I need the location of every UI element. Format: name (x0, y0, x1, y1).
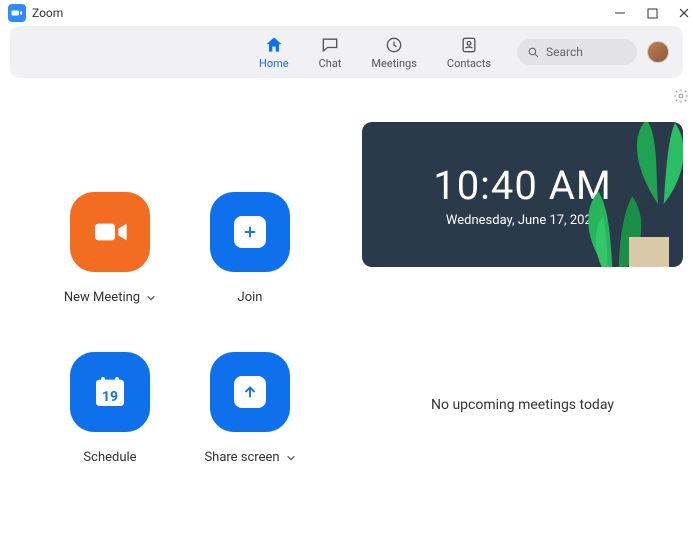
zoom-logo-icon (8, 4, 26, 22)
action-schedule: 19 Schedule (40, 352, 180, 512)
plant-pot-icon (629, 237, 669, 267)
plus-icon (234, 216, 266, 248)
search-icon (527, 46, 540, 59)
upcoming-empty: No upcoming meetings today (362, 267, 683, 542)
app-title: Zoom (32, 6, 63, 20)
avatar[interactable] (647, 41, 669, 63)
tab-meetings-label: Meetings (371, 57, 416, 70)
action-join: Join (180, 192, 320, 352)
contacts-icon (459, 35, 479, 55)
maximize-button[interactable] (645, 6, 659, 20)
chevron-down-icon[interactable] (286, 453, 296, 463)
clock-icon (384, 35, 404, 55)
video-icon (90, 212, 130, 252)
join-label: Join (238, 290, 263, 305)
action-new-meeting: New Meeting (40, 192, 180, 352)
actions-panel: New Meeting Join (10, 122, 362, 542)
search-placeholder: Search (546, 45, 583, 59)
main-content: New Meeting Join (0, 122, 693, 542)
tab-contacts[interactable]: Contacts (447, 35, 491, 70)
tab-home-label: Home (259, 57, 289, 70)
window-controls (613, 6, 685, 20)
join-button[interactable] (210, 192, 290, 272)
svg-text:19: 19 (102, 389, 118, 405)
action-share-screen: Share screen (180, 352, 320, 512)
settings-icon[interactable] (673, 88, 689, 104)
schedule-button[interactable]: 19 (70, 352, 150, 432)
tab-chat-label: Chat (319, 57, 342, 70)
close-button[interactable] (677, 6, 691, 20)
tab-chat[interactable]: Chat (319, 35, 342, 70)
chat-icon (320, 35, 340, 55)
tab-home[interactable]: Home (259, 35, 289, 70)
minimize-button[interactable] (613, 6, 627, 20)
tab-contacts-label: Contacts (447, 57, 491, 70)
right-panel: 10:40 AM Wednesday, June 17, 2020 No upc… (362, 122, 683, 542)
schedule-label: Schedule (83, 450, 136, 465)
home-icon (264, 35, 284, 55)
new-meeting-label: New Meeting (64, 290, 140, 305)
clock-card: 10:40 AM Wednesday, June 17, 2020 (362, 122, 683, 267)
chevron-down-icon[interactable] (146, 293, 156, 303)
arrow-up-icon (234, 376, 266, 408)
toolbar-right: Search (517, 39, 669, 65)
share-screen-label: Share screen (204, 450, 279, 465)
titlebar: Zoom (0, 0, 693, 26)
toolbar: Home Chat Meetings Contacts Search (10, 26, 683, 78)
calendar-icon: 19 (89, 371, 131, 413)
search-input[interactable]: Search (517, 39, 637, 65)
tab-meetings[interactable]: Meetings (371, 35, 416, 70)
main-nav: Home Chat Meetings Contacts (259, 35, 491, 70)
upcoming-empty-text: No upcoming meetings today (431, 397, 614, 413)
new-meeting-button[interactable] (70, 192, 150, 272)
share-screen-button[interactable] (210, 352, 290, 432)
titlebar-left: Zoom (8, 4, 63, 22)
